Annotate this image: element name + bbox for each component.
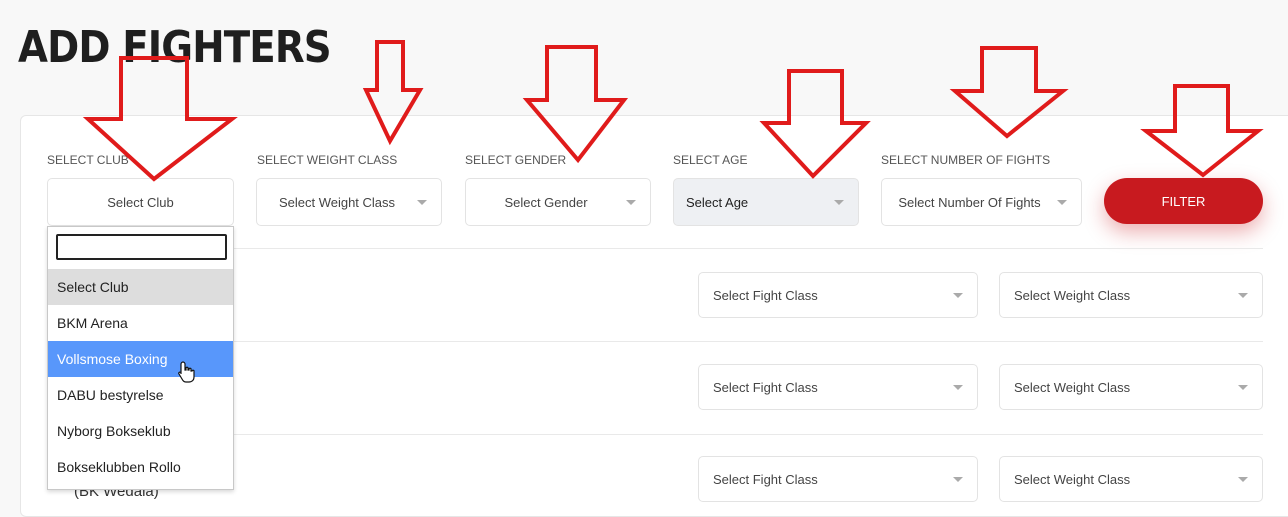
arrow-down-icon <box>522 45 629 164</box>
arrow-down-icon <box>759 69 871 179</box>
arrow-down-icon <box>362 40 424 146</box>
arrow-down-icon <box>82 56 238 182</box>
arrow-down-icon <box>949 46 1069 139</box>
arrow-down-icon <box>1140 84 1264 178</box>
annotation-arrows <box>82 40 1264 182</box>
